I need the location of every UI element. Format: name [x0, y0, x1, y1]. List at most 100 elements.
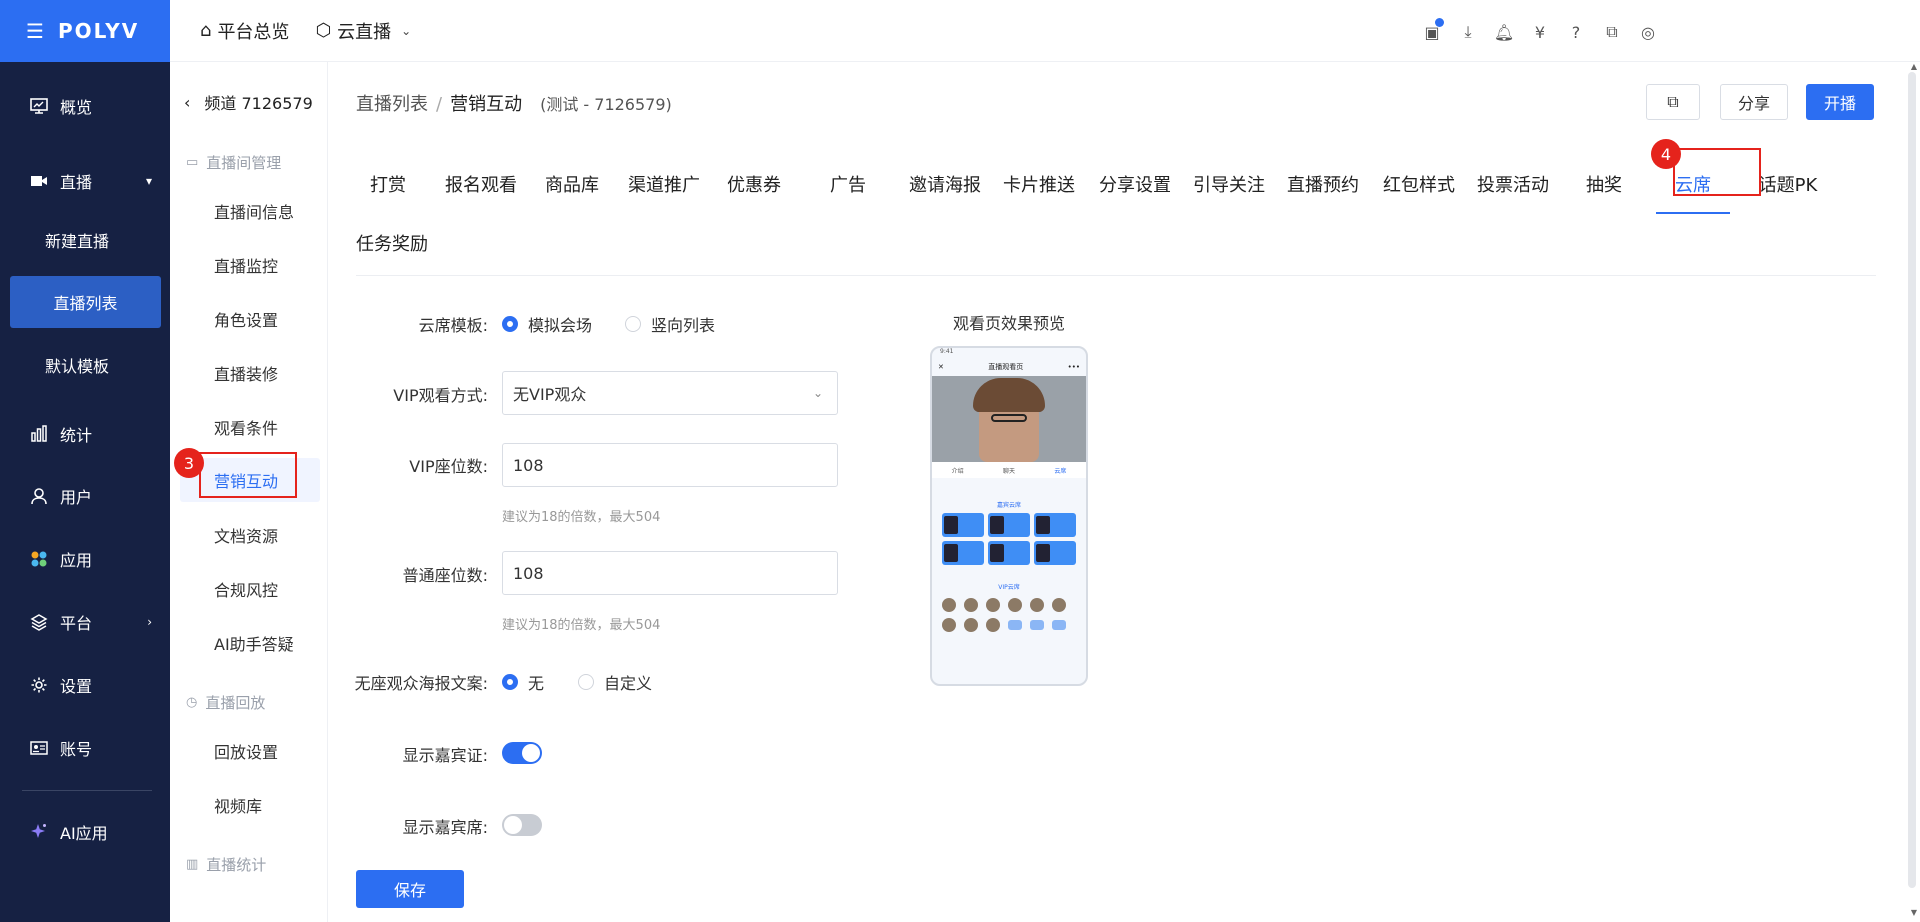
nav-item-settings[interactable]: 设置 [0, 659, 170, 711]
left-nav: ☰ POLYV 概览 直播 ▾ 新建直播 直播列表 默认模板 统计 用户 应用 [0, 0, 170, 922]
save-button[interactable]: 保存 [356, 870, 464, 908]
subnav-item-ai-assistant[interactable]: AI助手答疑 [214, 631, 294, 655]
phone-title: 直播观看页 [988, 363, 1024, 371]
normal-seats-input[interactable]: 108 [502, 551, 838, 595]
template-label: 云席模板: [418, 316, 488, 335]
breadcrumb-current: 营销互动 [450, 94, 523, 115]
menu-icon[interactable]: ☰ [26, 19, 44, 43]
phone-tab-chat: 聊天 [1002, 467, 1015, 475]
nav-item-stats[interactable]: 统计 [0, 408, 170, 460]
audience-avatar [1030, 598, 1044, 612]
subnav-item-room-info[interactable]: 直播间信息 [214, 199, 294, 223]
audience-avatar [1052, 598, 1066, 612]
breadcrumb-parent[interactable]: 直播列表 [356, 90, 428, 116]
nav-item-overview[interactable]: 概览 [0, 80, 170, 132]
tab-share-settings[interactable]: 分享设置 [1092, 154, 1178, 214]
subnav-item-video-library[interactable]: 视频库 [214, 793, 262, 817]
guest-seat-label: 显示嘉宾席: [402, 818, 488, 837]
subnav-item-compliance[interactable]: 合规风控 [214, 577, 278, 601]
tab-live-booking[interactable]: 直播预约 [1280, 154, 1366, 214]
layers-icon [28, 611, 50, 633]
help-icon[interactable]: ? [1558, 20, 1594, 44]
copy-button[interactable]: ⧉ [1646, 84, 1700, 120]
nav-item-apps[interactable]: 应用 [0, 533, 170, 585]
nav-item-live[interactable]: 直播 ▾ [0, 155, 170, 207]
vip-seats-input[interactable]: 108 [502, 443, 838, 487]
vip-seats-label: VIP座位数: [409, 457, 488, 476]
nav-item-label: 概览 [60, 98, 93, 117]
subnav-item-watch-conditions[interactable]: 观看条件 [214, 415, 278, 439]
start-live-button[interactable]: 开播 [1806, 84, 1874, 120]
guest-seat [988, 541, 1030, 565]
yen-icon[interactable]: ¥ [1522, 20, 1558, 44]
audience-avatar [942, 618, 956, 632]
clipboard-check-icon[interactable]: ▣ [1414, 18, 1450, 44]
tabs-divider [356, 275, 1876, 276]
radio-template-venue[interactable]: 模拟会场 [502, 312, 592, 336]
empty-seat [1052, 620, 1066, 630]
share-button[interactable]: 分享 [1720, 84, 1788, 120]
main-content: 直播列表 / 营销互动 (测试 - 7126579) ⧉ 分享 开播 打赏 报名… [328, 62, 1920, 922]
top-home-link[interactable]: ⌂ 平台总览 [200, 18, 289, 44]
nav-item-label: 直播 [60, 173, 93, 192]
nav-item-account[interactable]: 账号 [0, 722, 170, 774]
tab-channel-promo[interactable]: 渠道推广 [620, 154, 708, 214]
code-window-icon[interactable]: ⧉ [1594, 20, 1630, 44]
nav-item-label: 应用 [60, 551, 93, 570]
scroll-down-icon[interactable]: ▼ [1911, 908, 1917, 917]
tab-follow-guide[interactable]: 引导关注 [1186, 154, 1272, 214]
tab-coupons[interactable]: 优惠券 [716, 154, 792, 214]
tab-task-reward[interactable]: 任务奖励 [356, 230, 428, 256]
subnav-item-monitor[interactable]: 直播监控 [214, 253, 278, 277]
scroll-up-icon[interactable]: ▲ [1911, 62, 1917, 71]
page-scrollbar[interactable] [1908, 72, 1916, 888]
guest-cert-toggle[interactable] [502, 742, 542, 764]
phone-preview: 9:41 ✕ 直播观看页 ••• 介绍 聊天 云席 嘉宾云席 VIP云席 [930, 346, 1088, 686]
subnav-item-roles[interactable]: 角色设置 [214, 307, 278, 331]
cube-icon: ⬡ [315, 20, 332, 41]
tab-card-push[interactable]: 卡片推送 [996, 154, 1082, 214]
top-bar: ⌂ 平台总览 ⬡ 云直播 ⌄ ▣ ⤓ 🔔︎ ¥ ? ⧉ ◎ [170, 0, 1920, 62]
phone-tabs: 介绍 聊天 云席 [932, 462, 1086, 478]
nav-item-users[interactable]: 用户 [0, 470, 170, 522]
vip-mode-select[interactable]: 无VIP观众 ⌄ [502, 371, 838, 415]
guest-seat-toggle[interactable] [502, 814, 542, 836]
gear-icon [28, 674, 50, 696]
tab-products[interactable]: 商品库 [534, 154, 610, 214]
globe-icon[interactable]: ◎ [1630, 20, 1666, 44]
subnav-item-replay-settings[interactable]: 回放设置 [214, 739, 278, 763]
monitor-icon [28, 95, 50, 117]
apps-icon [28, 548, 50, 570]
nav-item-label: 账号 [60, 740, 93, 759]
bell-icon[interactable]: 🔔︎ [1486, 20, 1522, 44]
logo[interactable]: POLYV [58, 19, 139, 43]
chevron-down-icon: ⌄ [401, 23, 412, 38]
radio-template-vertical-list[interactable]: 竖向列表 [625, 312, 715, 336]
annotation-box-marketing [199, 452, 297, 498]
nav-sub-new-live[interactable]: 新建直播 [0, 214, 170, 266]
download-icon[interactable]: ⤓ [1450, 20, 1486, 44]
tab-ads[interactable]: 广告 [810, 154, 886, 214]
tab-signup[interactable]: 报名观看 [438, 154, 524, 214]
top-product-label: 云直播 [337, 21, 392, 43]
top-product-dropdown[interactable]: ⬡ 云直播 ⌄ [315, 18, 411, 44]
home-icon: ⌂ [200, 20, 212, 41]
nav-sub-default-template[interactable]: 默认模板 [0, 339, 170, 391]
tab-redpacket-style[interactable]: 红包样式 [1376, 154, 1462, 214]
tab-lottery[interactable]: 抽奖 [1566, 154, 1642, 214]
nav-item-platform[interactable]: 平台 › [0, 596, 170, 648]
nav-item-ai-apps[interactable]: AI应用 [0, 806, 170, 858]
subnav-item-documents[interactable]: 文档资源 [214, 523, 278, 547]
back-to-channel[interactable]: ‹ 频道 7126579 [184, 90, 313, 114]
tab-reward[interactable]: 打赏 [356, 154, 420, 214]
tab-voting[interactable]: 投票活动 [1470, 154, 1556, 214]
nav-sub-live-list[interactable]: 直播列表 [10, 276, 161, 328]
radio-poster-custom[interactable]: 自定义 [578, 670, 652, 694]
tab-invite-poster[interactable]: 邀请海报 [902, 154, 988, 214]
marketing-tabs: 打赏 报名观看 商品库 渠道推广 优惠券 广告 邀请海报 卡片推送 分享设置 引… [356, 154, 1876, 214]
preview-title: 观看页效果预览 [953, 314, 1066, 333]
phone-tab-cloud-seats: 云席 [1054, 467, 1067, 475]
radio-poster-none[interactable]: 无 [502, 670, 544, 694]
subnav-item-decoration[interactable]: 直播装修 [214, 361, 278, 385]
empty-seat [1030, 620, 1044, 630]
